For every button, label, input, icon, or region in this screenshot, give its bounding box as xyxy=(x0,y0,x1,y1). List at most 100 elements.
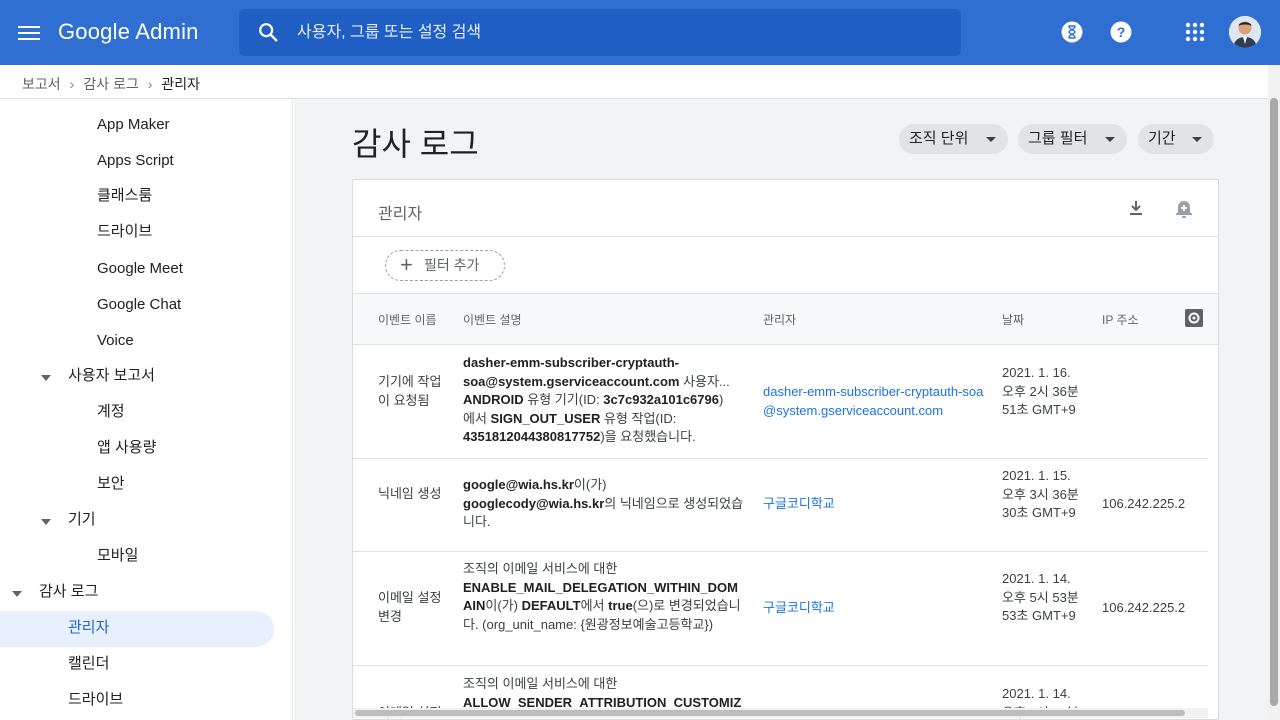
group-filter-chip[interactable]: 그룹 필터 xyxy=(1018,124,1127,154)
search-icon xyxy=(259,23,278,42)
scrollbar-thumb[interactable] xyxy=(355,710,1185,716)
desc-text: 조직의 이메일 서비스에 대한 xyxy=(463,676,618,691)
event-desc-cell: dasher-emm-subscriber-cryptauth-soa@syst… xyxy=(463,354,745,447)
hourglass-icon[interactable] xyxy=(1061,21,1083,43)
desc-bold-text: SIGN_OUT_USER xyxy=(490,410,601,426)
event-name-cell: 기기에 작업이 요청됨 xyxy=(378,374,442,408)
desc-text: 에서 xyxy=(463,410,491,426)
sidebar-nav: App Maker Apps Script 클래스룸 드라이브 Google M… xyxy=(0,99,293,720)
admin-link[interactable]: dasher-emm-subscriber-cryptauth-soa@syst… xyxy=(763,383,988,420)
sidebar-item-voice[interactable]: Voice xyxy=(97,324,134,358)
table-row[interactable]: 닉네임 생성 google@wia.hs.kr이(가) googlecody@wi… xyxy=(353,459,1208,552)
desc-bold-text: googlecody@wia.hs.kr xyxy=(463,495,605,511)
sidebar-item-app-usage[interactable]: 앱 사용량 xyxy=(97,431,156,465)
column-header-date[interactable]: 날짜 xyxy=(1002,311,1024,328)
arrow-drop-down-icon xyxy=(1105,137,1115,142)
event-name-cell: 닉네임 생성 xyxy=(378,486,442,501)
chevron-right-icon: › xyxy=(69,76,75,92)
breadcrumb-bar: 보고서 › 감사 로그 › 관리자 xyxy=(0,65,1268,99)
svg-text:?: ? xyxy=(1117,24,1126,40)
app-logo[interactable]: Google Admin xyxy=(58,19,199,45)
desc-text: 이(가) xyxy=(485,598,522,613)
desc-text: 에서 xyxy=(580,598,609,613)
sidebar-item-security[interactable]: 보안 xyxy=(97,467,125,501)
breadcrumb: 보고서 › 감사 로그 › 관리자 xyxy=(22,74,200,94)
sidebar-item-calendar[interactable]: 캘린더 xyxy=(68,647,109,681)
add-alert-icon[interactable] xyxy=(1173,198,1195,220)
sidebar-item-app-maker[interactable]: App Maker xyxy=(97,108,170,142)
sidebar-item-apps-script[interactable]: Apps Script xyxy=(97,144,174,178)
scrollbar-thumb[interactable] xyxy=(1270,98,1278,706)
column-header-admin[interactable]: 관리자 xyxy=(763,311,796,328)
sidebar-item-audit-log[interactable]: 감사 로그 xyxy=(39,575,98,609)
column-header-event-name[interactable]: 이벤트 이름 xyxy=(378,311,437,328)
main-content: 감사 로그 조직 단위 그룹 필터 기간 관리자 + 필터 추가 이벤트 이름 … xyxy=(294,99,1268,720)
download-icon[interactable] xyxy=(1126,198,1146,218)
sidebar-item-admin[interactable]: 관리자 xyxy=(68,611,109,645)
search-input[interactable] xyxy=(297,9,937,56)
desc-text: 유형 작업(ID: xyxy=(600,410,677,426)
event-desc-cell: 조직의 이메일 서비스에 대한 ALLOW_SENDER_ATTRIBUTION_… xyxy=(463,675,745,712)
chevron-right-icon: › xyxy=(147,76,153,92)
sidebar-item-devices[interactable]: 기기 xyxy=(68,503,96,537)
expand-less-icon[interactable] xyxy=(41,375,51,381)
event-name-cell: 이메일 설정 변경 xyxy=(378,590,442,624)
desc-text: )을 요청했습니다. xyxy=(600,429,696,444)
avatar[interactable] xyxy=(1229,16,1261,48)
table-row[interactable]: 이메일 설정 변경 조직의 이메일 서비스에 대한 ENABLE_MAIL_DEL… xyxy=(353,552,1208,666)
org-unit-filter-chip[interactable]: 조직 단위 xyxy=(899,124,1008,154)
table-header: 이벤트 이름 이벤트 설명 관리자 날짜 IP 주소 xyxy=(353,294,1218,345)
add-filter-button[interactable]: + 필터 추가 xyxy=(385,250,505,281)
admin-link[interactable]: 구글코디학교 xyxy=(763,599,835,618)
desc-bold-text: true xyxy=(608,598,633,613)
main-menu-icon[interactable] xyxy=(18,22,40,42)
audit-log-card: 관리자 + 필터 추가 이벤트 이름 이벤트 설명 관리자 날짜 IP 주소 기… xyxy=(352,179,1219,720)
filter-bar: + 필터 추가 xyxy=(353,237,1218,294)
chip-label: 조직 단위 xyxy=(909,130,969,147)
sidebar-item-google-chat[interactable]: Google Chat xyxy=(97,288,181,322)
sidebar-item-drive[interactable]: 드라이브 xyxy=(97,215,152,249)
table-row[interactable]: 기기에 작업이 요청됨 dasher-emm-subscriber-crypta… xyxy=(353,345,1208,459)
sidebar-item-accounts[interactable]: 계정 xyxy=(97,395,125,429)
arrow-drop-down-icon xyxy=(1192,137,1202,142)
top-app-bar: Google Admin ? xyxy=(0,0,1280,65)
column-header-event-desc[interactable]: 이벤트 설명 xyxy=(463,311,522,328)
breadcrumb-audit-log[interactable]: 감사 로그 xyxy=(83,74,138,94)
desc-text: 이(가) xyxy=(573,477,607,492)
date-cell: 2021. 1. 15. 오후 3시 36분 30초 GMT+9 xyxy=(1002,468,1079,520)
chip-label: 그룹 필터 xyxy=(1028,130,1088,147)
help-icon[interactable]: ? xyxy=(1110,21,1132,43)
sidebar-item-classroom[interactable]: 클래스룸 xyxy=(97,179,152,213)
expand-less-icon[interactable] xyxy=(12,591,22,597)
desc-bold-text: dasher-emm-subscriber-cryptauth-soa@syst… xyxy=(463,355,680,389)
sidebar-active-highlight xyxy=(0,611,274,647)
add-icon: + xyxy=(400,252,413,277)
table-horizontal-scrollbar[interactable] xyxy=(353,708,1208,718)
apps-grid-icon[interactable] xyxy=(1184,21,1206,43)
event-desc-cell: google@wia.hs.kr이(가) googlecody@wia.hs.kr… xyxy=(463,476,745,532)
sidebar-item-google-meet[interactable]: Google Meet xyxy=(97,252,183,286)
breadcrumb-reports[interactable]: 보고서 xyxy=(22,74,61,94)
desc-bold-text: DEFAULT xyxy=(521,598,581,613)
date-range-chip[interactable]: 기간 xyxy=(1138,124,1214,154)
expand-less-icon[interactable] xyxy=(41,519,51,525)
sidebar-item-mobile[interactable]: 모바일 xyxy=(97,539,138,573)
desc-text: 사용자... xyxy=(679,373,730,389)
column-header-ip[interactable]: IP 주소 xyxy=(1102,311,1139,328)
desc-bold-text: google@wia.hs.kr xyxy=(463,477,574,492)
page-vertical-scrollbar[interactable] xyxy=(1268,65,1280,720)
sidebar-item-user-reports[interactable]: 사용자 보고서 xyxy=(68,359,155,393)
desc-bold-text: ANDROID xyxy=(463,392,524,407)
date-cell: 2021. 1. 16. 오후 2시 36분 51초 GMT+9 xyxy=(1002,365,1079,417)
desc-bold-text: 4351812044380817752 xyxy=(463,429,601,444)
search-box[interactable] xyxy=(239,9,961,56)
event-desc-cell: 조직의 이메일 서비스에 대한 ENABLE_MAIL_DELEGATION_WI… xyxy=(463,560,745,634)
desc-text: 조직의 이메일 서비스에 대한 xyxy=(463,561,618,576)
breadcrumb-admin: 관리자 xyxy=(161,76,201,92)
settings-icon[interactable] xyxy=(1184,308,1204,328)
admin-link[interactable]: 구글코디학교 xyxy=(763,495,835,514)
add-filter-label: 필터 추가 xyxy=(424,257,480,273)
sidebar-item-drive-log[interactable]: 드라이브 xyxy=(68,683,123,717)
ip-cell: 106.242.225.2 xyxy=(1102,496,1186,511)
chip-label: 기간 xyxy=(1148,130,1176,147)
